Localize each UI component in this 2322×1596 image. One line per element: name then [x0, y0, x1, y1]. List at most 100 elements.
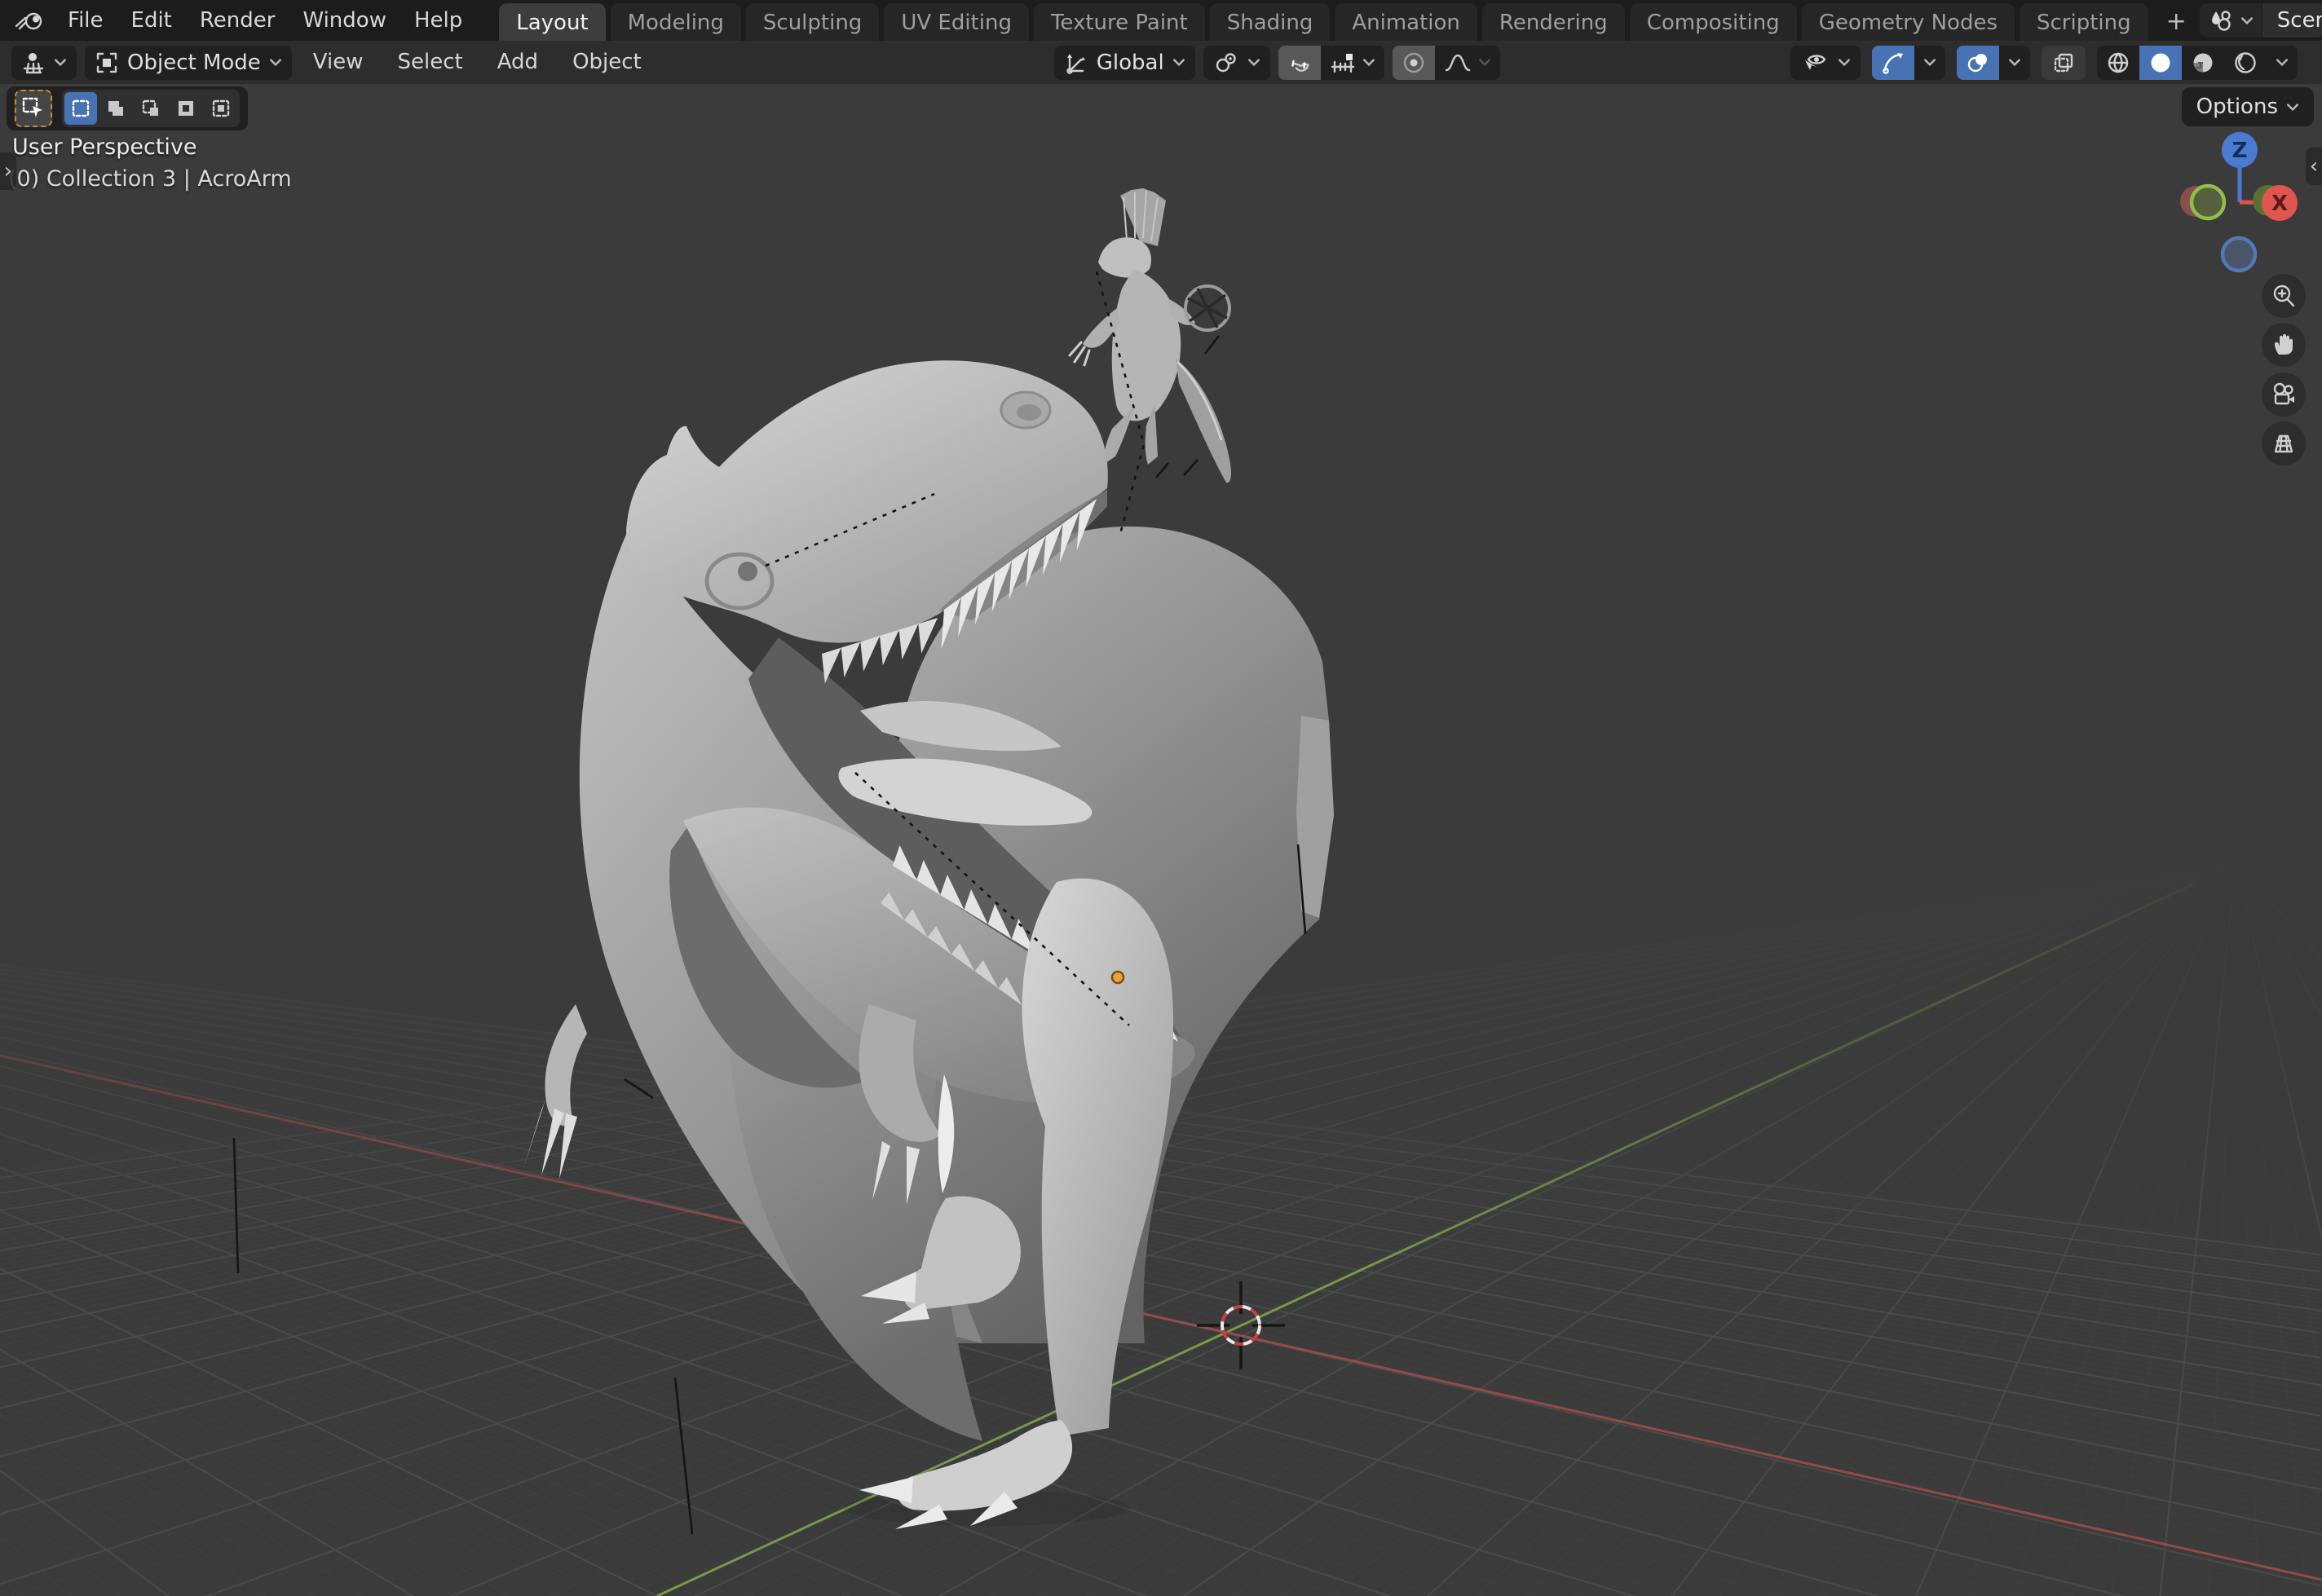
active-tool-select-box[interactable]: [15, 90, 52, 127]
scene-name-field[interactable]: Scene: [2262, 3, 2322, 37]
select-mode-extend[interactable]: [99, 92, 132, 125]
proportional-editing-icon: [1402, 51, 1426, 75]
show-gizmos-toggle[interactable]: [1872, 46, 1914, 80]
proportional-editing-toggle[interactable]: [1393, 46, 1435, 80]
armature-bone-wires: [234, 271, 1305, 1534]
rendered-sphere-icon: [2233, 51, 2258, 75]
editor-3d-viewport-icon: [21, 51, 46, 75]
chevron-down-icon: [54, 58, 67, 67]
pan-view-button[interactable]: [2262, 323, 2306, 367]
dinosaur-model: [523, 360, 1334, 1529]
select-mode-intersect[interactable]: [205, 92, 237, 125]
menu-edit[interactable]: Edit: [117, 0, 186, 41]
options-dropdown[interactable]: Options: [2182, 87, 2314, 126]
tab-animation[interactable]: Animation: [1335, 3, 1477, 41]
active-collection-label: (0) Collection 3 | AcroArm: [8, 166, 292, 192]
blender-logo-icon[interactable]: [13, 8, 46, 33]
snap-increments-icon: [1330, 51, 1356, 75]
tab-geometry-nodes[interactable]: Geometry Nodes: [1802, 3, 2015, 41]
chevron-down-icon: [2008, 58, 2021, 67]
viewport-3d[interactable]: Options User Perspective (0) Collection …: [0, 84, 2322, 1596]
gizmos-dropdown[interactable]: [1914, 46, 1945, 80]
empty-wheel-widget[interactable]: [1185, 286, 1229, 330]
options-label: Options: [2196, 95, 2278, 119]
menu-select[interactable]: Select: [385, 41, 476, 84]
tab-compositing[interactable]: Compositing: [1630, 3, 1797, 41]
tool-header-left: [7, 86, 248, 130]
select-mode-set[interactable]: [64, 92, 97, 125]
proportional-falloff-dropdown[interactable]: [1435, 46, 1500, 80]
shading-wireframe-button[interactable]: [2097, 46, 2139, 80]
show-object-types-dropdown[interactable]: [1790, 46, 1861, 80]
tab-layout[interactable]: Layout: [499, 3, 605, 41]
tab-modeling[interactable]: Modeling: [611, 3, 741, 41]
chevron-down-icon: [1247, 58, 1260, 67]
show-overlays-toggle[interactable]: [1957, 46, 1999, 80]
select-mode-invert[interactable]: [170, 92, 202, 125]
menu-help[interactable]: Help: [400, 0, 476, 41]
tab-uv-editing[interactable]: UV Editing: [884, 3, 1029, 41]
orientation-label: Global: [1097, 51, 1164, 75]
editor-type-button[interactable]: [11, 46, 77, 80]
horizon-fog: [0, 848, 2322, 1272]
chevron-down-icon: [1478, 58, 1491, 67]
blender-window: File Edit Render Window Help Layout Mode…: [0, 0, 2322, 1596]
view-perspective-label: User Perspective: [12, 134, 197, 160]
object-mode-icon: [95, 51, 119, 75]
select-box-cursor-icon: [21, 96, 46, 121]
menu-render[interactable]: Render: [186, 0, 289, 41]
chevron-down-icon: [2276, 58, 2289, 67]
camera-view-button[interactable]: [2262, 373, 2306, 417]
tab-rendering[interactable]: Rendering: [1482, 3, 1625, 41]
zoom-view-button[interactable]: [2262, 274, 2306, 318]
overlays-group: [1957, 46, 2030, 80]
wireframe-sphere-icon: [2106, 51, 2130, 75]
shading-mode-group: [2097, 46, 2298, 80]
shading-solid-button[interactable]: [2139, 46, 2182, 80]
header-right-cluster: [1790, 46, 2298, 80]
pivot-point-dropdown[interactable]: [1203, 46, 1270, 80]
menu-view[interactable]: View: [300, 41, 377, 84]
gizmo-axis-neg-z[interactable]: [2223, 238, 2255, 271]
tab-sculpting[interactable]: Sculpting: [746, 3, 879, 41]
overlays-icon: [1966, 51, 1990, 75]
select-set-icon: [70, 98, 91, 119]
mode-dropdown[interactable]: Object Mode: [85, 46, 292, 80]
select-mode-subtract[interactable]: [135, 92, 167, 125]
shading-rendered-button[interactable]: [2224, 46, 2267, 80]
gizmo-axis-neg-y[interactable]: [2192, 186, 2224, 218]
add-workspace-button[interactable]: +: [2153, 3, 2200, 41]
xray-toggle[interactable]: [2042, 46, 2086, 80]
menu-object[interactable]: Object: [559, 41, 655, 84]
cursor-3d: [1197, 1281, 1285, 1369]
tab-shading[interactable]: Shading: [1210, 3, 1331, 41]
pivot-point-icon: [1213, 51, 1239, 75]
scene-selector: Scene: [2200, 3, 2322, 37]
axis-x-red: [0, 1056, 2322, 1580]
tab-scripting[interactable]: Scripting: [2020, 3, 2148, 41]
chevron-down-icon: [269, 58, 282, 67]
snap-toggle[interactable]: [1278, 46, 1321, 80]
small-creature-model: [1070, 188, 1231, 483]
zoom-icon: [2271, 283, 2297, 309]
shading-material-button[interactable]: [2182, 46, 2224, 80]
snap-settings-dropdown[interactable]: [1321, 46, 1384, 80]
falloff-curve-icon: [1444, 51, 1472, 75]
overlays-dropdown[interactable]: [1999, 46, 2030, 80]
chevron-down-icon: [1838, 58, 1851, 67]
chevron-down-icon: [1923, 58, 1936, 67]
toggle-ortho-button[interactable]: [2262, 421, 2306, 465]
shading-dropdown[interactable]: [2267, 46, 2298, 80]
menu-file[interactable]: File: [54, 0, 117, 41]
menu-add[interactable]: Add: [484, 41, 551, 84]
select-subtract-icon: [140, 98, 161, 119]
scene-browse-button[interactable]: [2200, 3, 2262, 37]
transform-orientation-dropdown[interactable]: Global: [1054, 46, 1195, 80]
toolbar-expand-arrow[interactable]: ›: [0, 152, 16, 190]
tab-texture-paint[interactable]: Texture Paint: [1034, 3, 1205, 41]
menu-window[interactable]: Window: [289, 0, 400, 41]
chevron-down-icon: [1172, 58, 1185, 67]
workspace-tabs: Layout Modeling Sculpting UV Editing Tex…: [499, 0, 2200, 41]
chevron-down-icon: [1362, 58, 1375, 67]
visibility-eye-icon: [1800, 51, 1830, 75]
